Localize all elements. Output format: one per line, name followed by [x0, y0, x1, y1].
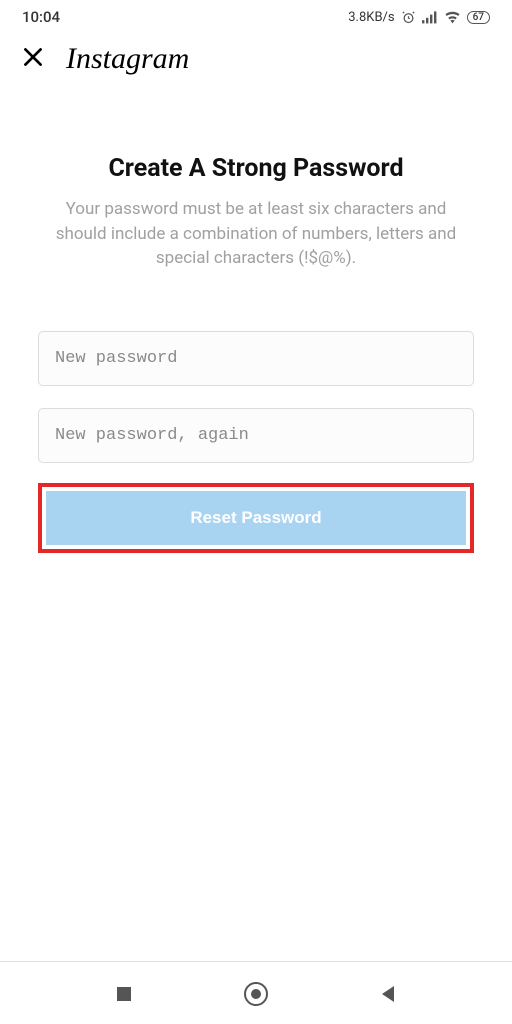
confirm-password-input[interactable]: [38, 408, 474, 463]
battery-indicator: 67: [467, 11, 490, 24]
page-subtitle: Your password must be at least six chara…: [38, 197, 474, 271]
app-header: Instagram: [0, 30, 512, 84]
back-button[interactable]: [378, 984, 398, 1008]
password-form: Reset Password: [38, 331, 474, 553]
status-indicators: 3.8KB/s 67: [348, 10, 490, 25]
close-button[interactable]: [16, 40, 50, 78]
status-bar: 10:04 3.8KB/s 67: [0, 0, 512, 30]
main-content: Create A Strong Password Your password m…: [0, 84, 512, 553]
signal-icon: [422, 10, 438, 24]
highlight-annotation: Reset Password: [38, 483, 474, 553]
page-title: Create A Strong Password: [38, 154, 474, 183]
bottom-divider: [0, 961, 512, 962]
reset-password-button[interactable]: Reset Password: [46, 491, 466, 545]
recent-apps-button[interactable]: [114, 984, 134, 1008]
status-time: 10:04: [22, 8, 60, 26]
home-button[interactable]: [243, 981, 269, 1011]
wifi-icon: [444, 10, 461, 24]
network-speed: 3.8KB/s: [348, 10, 394, 25]
app-logo: Instagram: [66, 42, 189, 76]
system-nav-bar: [0, 968, 512, 1024]
new-password-input[interactable]: [38, 331, 474, 386]
alarm-icon: [401, 10, 416, 25]
